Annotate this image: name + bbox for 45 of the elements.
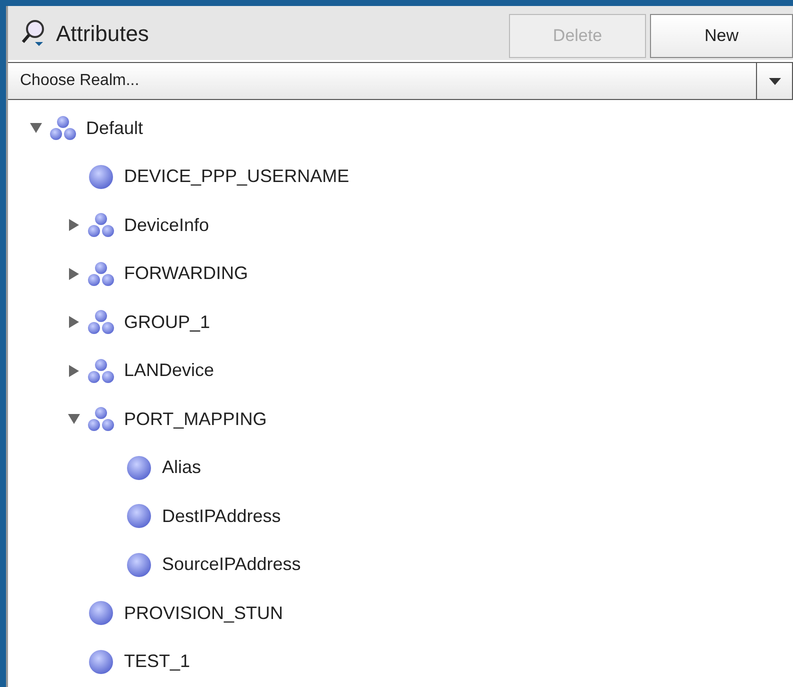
sphere-icon: [126, 454, 152, 481]
tree-item-label: PORT_MAPPING: [124, 408, 267, 431]
expand-arrow-icon[interactable]: [68, 364, 80, 377]
sphere-icon: [88, 648, 114, 675]
tree-item[interactable]: DEVICE_PPP_USERNAME: [8, 152, 793, 201]
expand-arrow-icon[interactable]: [68, 316, 80, 328]
tree-item-label: PROVISION_STUN: [124, 602, 284, 625]
group-icon: [88, 212, 114, 238]
group-icon: [88, 309, 114, 336]
tree-item[interactable]: Default: [8, 104, 793, 152]
tree-item-label: Alias: [162, 456, 202, 480]
toolbar-button[interactable]: New: [650, 14, 793, 58]
panel-title: Attributes: [56, 20, 149, 48]
caret-icon: [768, 78, 780, 84]
tree-item[interactable]: FORWARDING: [8, 250, 793, 298]
tree-item[interactable]: DeviceInfo: [8, 201, 793, 250]
collapse-arrow-icon[interactable]: [68, 413, 80, 426]
tree-item-label: Default: [86, 116, 144, 140]
tree-item-label: LANDevice: [124, 359, 214, 382]
tree-item-label: GROUP_1: [124, 310, 210, 334]
tree-item[interactable]: DestIPAddress: [8, 492, 793, 540]
tree-item[interactable]: PORT_MAPPING: [8, 395, 793, 444]
sphere-icon: [126, 503, 152, 530]
tree-item-label: DeviceInfo: [124, 214, 210, 237]
expand-arrow-icon[interactable]: [68, 219, 80, 232]
tree-item-label: DestIPAddress: [162, 504, 281, 528]
sphere-icon: [88, 164, 114, 190]
tree-item[interactable]: Alias: [8, 444, 793, 492]
tree-item-label: SourceIPAddress: [162, 553, 301, 576]
collapse-arrow-icon[interactable]: [30, 122, 42, 134]
tree-item[interactable]: PROVISION_STUN: [8, 589, 793, 638]
group-icon: [88, 358, 114, 384]
sphere-icon: [126, 552, 152, 578]
group-icon: [50, 115, 76, 142]
group-icon: [88, 406, 114, 432]
tree-item[interactable]: GROUP_1: [8, 298, 793, 346]
tree-item-label: FORWARDING: [124, 262, 248, 286]
expand-arrow-icon[interactable]: [68, 268, 80, 280]
tree-item-label: TEST_1: [124, 650, 190, 674]
group-icon: [88, 260, 114, 287]
tree-item-label: DEVICE_PPP_USERNAME: [124, 165, 350, 188]
tree-item[interactable]: TEST_1: [8, 638, 793, 686]
sphere-icon: [88, 600, 114, 626]
tree-item[interactable]: SourceIPAddress: [8, 540, 793, 589]
tree-item[interactable]: LANDevice: [8, 346, 793, 395]
